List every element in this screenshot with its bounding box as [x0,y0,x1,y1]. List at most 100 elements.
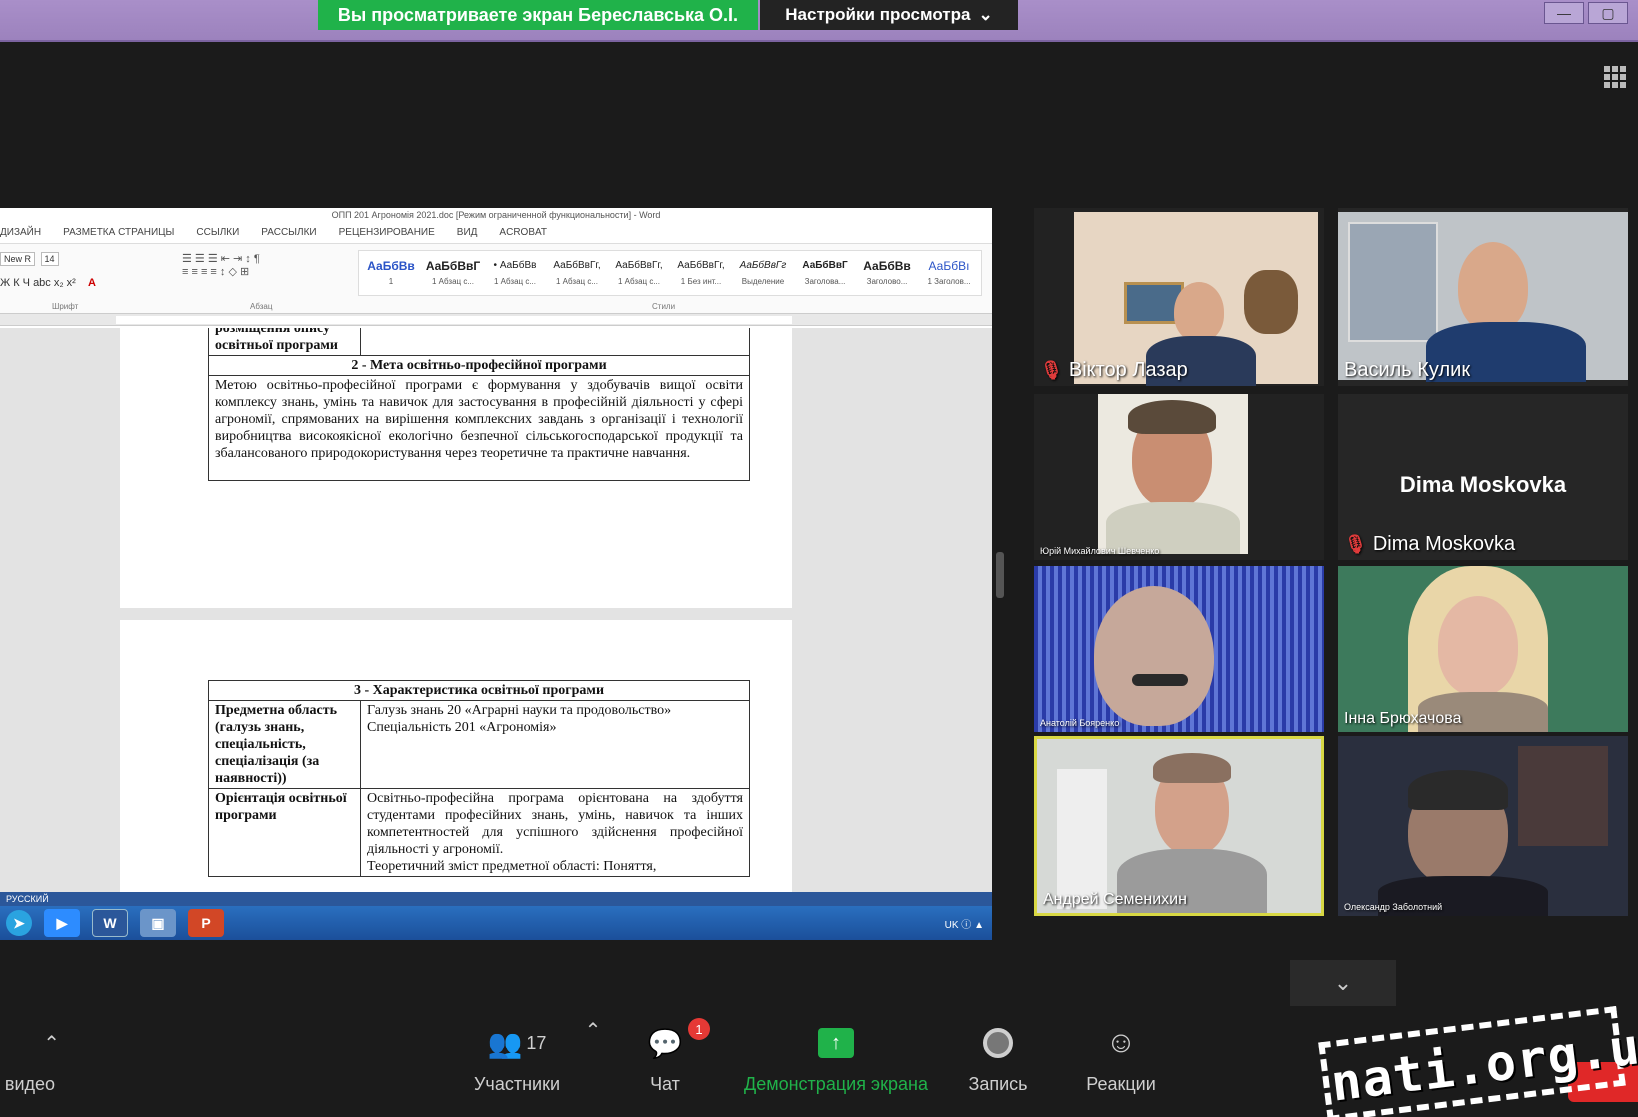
ribbon-tab[interactable]: ССЫЛКИ [196,227,239,238]
theory-value: Теоретичний зміст предметної області: По… [367,859,657,874]
ribbon-tab[interactable]: РАЗМЕТКА СТРАНИЦЫ [63,227,174,238]
participant-name: Андрей Семенихин [1043,891,1187,908]
participant-name: Юрій Михайлович Шевченко [1040,546,1160,556]
table-row: розміщення опису освітньої програми [208,328,750,356]
participant-name: Олександр Заболотний [1344,902,1443,912]
powerpoint-app-icon[interactable]: P [188,909,224,937]
chat-label: Чат [650,1074,680,1094]
window-app-icon[interactable]: ▣ [140,909,176,937]
window-controls: — ▢ [1544,2,1628,24]
participants-button[interactable]: 👥 17 Участники [462,1018,572,1095]
chat-icon: 💬 1 [630,1018,710,1068]
subject-value-1: Галузь знань 20 «Аграрні науки та продов… [367,703,672,718]
split-handle[interactable] [996,552,1004,598]
document-area[interactable]: розміщення опису освітньої програми 2 - … [0,328,992,892]
chevron-down-icon[interactable]: ⌄ [1290,960,1396,1006]
participants-count: 17 [526,1032,547,1053]
ribbon-tab[interactable]: ACROBAT [499,227,547,238]
participant-name: Інна Брюхачова [1344,710,1462,727]
reactions-button[interactable]: ☺ Реакции [1076,1018,1166,1095]
styles-group-label: Стили [652,302,676,311]
chat-button[interactable]: 💬 1 Чат [630,1018,710,1095]
video-button[interactable]: ⌃ видео [0,1018,60,1095]
zoom-app-icon[interactable]: ▶ [44,909,80,937]
ribbon-tab[interactable]: РАССЫЛКИ [261,227,316,238]
record-icon [983,1028,1013,1058]
video-feed [1034,566,1324,732]
windows-taskbar: ➤ ▶ W ▣ P UK ⓘ ▲ [0,906,992,940]
style-item[interactable]: АаБбВвГ Заголова... [797,255,853,291]
watermark-logo: nati.org.ua [1318,1006,1638,1117]
video-feed [1098,394,1248,554]
style-item[interactable]: АаБбВвГг, 1 Абзац с... [611,255,667,291]
participants-icon: 👥 17 [487,1027,547,1059]
style-item[interactable]: АаБбВв Заголово... [859,255,915,291]
style-item[interactable]: АаБбВвГг Выделение [735,255,791,291]
chevron-up-icon[interactable]: ⌃ [0,1018,60,1068]
participant-name: 🎙 Dima Moskovka [1344,533,1516,555]
participant-tile-active-speaker[interactable]: Андрей Семенихин [1034,736,1324,916]
record-button[interactable]: Запись [958,1018,1038,1095]
style-item[interactable]: АаБбВвГг, 1 Абзац с... [549,255,605,291]
participant-tile[interactable]: Анатолій Бояренко [1034,566,1324,732]
ruler[interactable] [0,314,992,326]
table-cell [360,328,750,356]
participant-name: Анатолій Бояренко [1040,718,1120,728]
shared-screen: ОПП 201 Агрономія 2021.doc [Режим ограни… [0,208,992,940]
table-cell: Метою освітньо-професійної програми є фо… [208,375,750,481]
font-size-field[interactable]: 14 [40,252,59,266]
system-tray: UK ⓘ ▲ [944,920,984,931]
participant-gallery: 🎙 Віктор Лазар Василь Кулик Юрій Михайлов… [1034,208,1638,954]
style-item[interactable]: АаБбВвГг, 1 Без инт... [673,255,729,291]
table-row: 2 - Мета освітньо-професійної програми [208,355,750,376]
style-item[interactable]: АаБбВвГ 1 Абзац с... [425,255,481,291]
document-page: 3 - Характеристика освітньої програми Пр… [120,620,792,892]
subject-value-2: Спеціальність 201 «Агрономія» [367,720,557,735]
font-group-label: Шрифт [52,302,79,311]
style-item[interactable]: • АаБбВв 1 Абзац с... [487,255,543,291]
ribbon-tab[interactable]: ДИЗАЙН [0,227,41,238]
table-row: Метою освітньо-професійної програми є фо… [208,375,750,481]
reactions-icon: ☺ [1105,1026,1137,1059]
participant-tile[interactable]: Юрій Михайлович Шевченко [1034,394,1324,560]
ribbon-tab[interactable]: РЕЦЕНЗИРОВАНИЕ [339,227,435,238]
word-app-icon[interactable]: W [92,909,128,937]
view-options-button[interactable]: Настройки просмотра ⌄ [760,0,1018,30]
maximize-button[interactable]: ▢ [1588,2,1628,24]
font-name-field[interactable]: New R [0,252,36,266]
participant-tile[interactable]: Інна Брюхачова [1338,566,1628,732]
style-item[interactable]: АаБбВı 1 Заголов... [921,255,977,291]
participant-tile[interactable]: Василь Кулик [1338,208,1628,386]
tray-language[interactable]: UK [945,920,959,931]
paragraph-controls[interactable]: ☰ ☰ ☰ ⇤ ⇥ ↕ ¶ ≡ ≡ ≡ ≡ ↕ ◇ ⊞ [182,252,260,278]
share-screen-icon: ↑ [818,1028,854,1058]
view-options-label: Настройки просмотра [785,5,971,24]
share-screen-button[interactable]: ↑ Демонстрация экрана [736,1018,936,1095]
styles-gallery: АаБбВв 1 АаБбВвГ 1 Абзац с... • АаБбВв 1 Аб… [358,250,982,296]
chat-badge: 1 [688,1018,710,1040]
style-item[interactable]: АаБбВв 1 [363,255,419,291]
participants-label: Участники [474,1074,560,1094]
table-cell: Предметна область (галузь знань, спеціал… [208,700,361,789]
ribbon-tab[interactable]: ВИД [457,227,478,238]
reactions-label: Реакции [1086,1074,1156,1094]
participant-tile[interactable]: Dima Moskovka 🎙 Dima Moskovka [1338,394,1628,560]
minimize-button[interactable]: — [1544,2,1584,24]
share-screen-label: Демонстрация экрана [744,1074,928,1094]
telegram-icon[interactable]: ➤ [6,910,32,936]
word-ribbon: New R 14 Ж К Ч abc x₂ x² A ☰ ☰ ☰ ⇤ ⇥ ↕ ¶… [0,244,992,314]
participant-tile[interactable]: 🎙 Віктор Лазар [1034,208,1324,386]
participant-display-name: Dima Moskovka [1399,472,1567,497]
format-buttons[interactable]: Ж К Ч abc x₂ x² A [0,276,102,290]
paragraph-group-label: Абзац [250,302,273,311]
chevron-up-icon[interactable]: ⌃ [578,1018,608,1043]
viewing-banner: Вы просматриваете экран Береславська О.І… [318,0,758,30]
status-language: РУССКИЙ [6,894,49,904]
gallery-view-icon[interactable] [1604,66,1626,88]
mic-muted-icon: 🎙 [1040,360,1063,380]
table-cell: Орієнтація освітньої програми [208,788,361,877]
table-row: 3 - Характеристика освітньої програми [208,680,750,701]
participant-tile[interactable]: Олександр Заболотний [1338,736,1628,916]
table-cell: Галузь знань 20 «Аграрні науки та продов… [360,700,750,789]
video-feed [1338,736,1628,916]
